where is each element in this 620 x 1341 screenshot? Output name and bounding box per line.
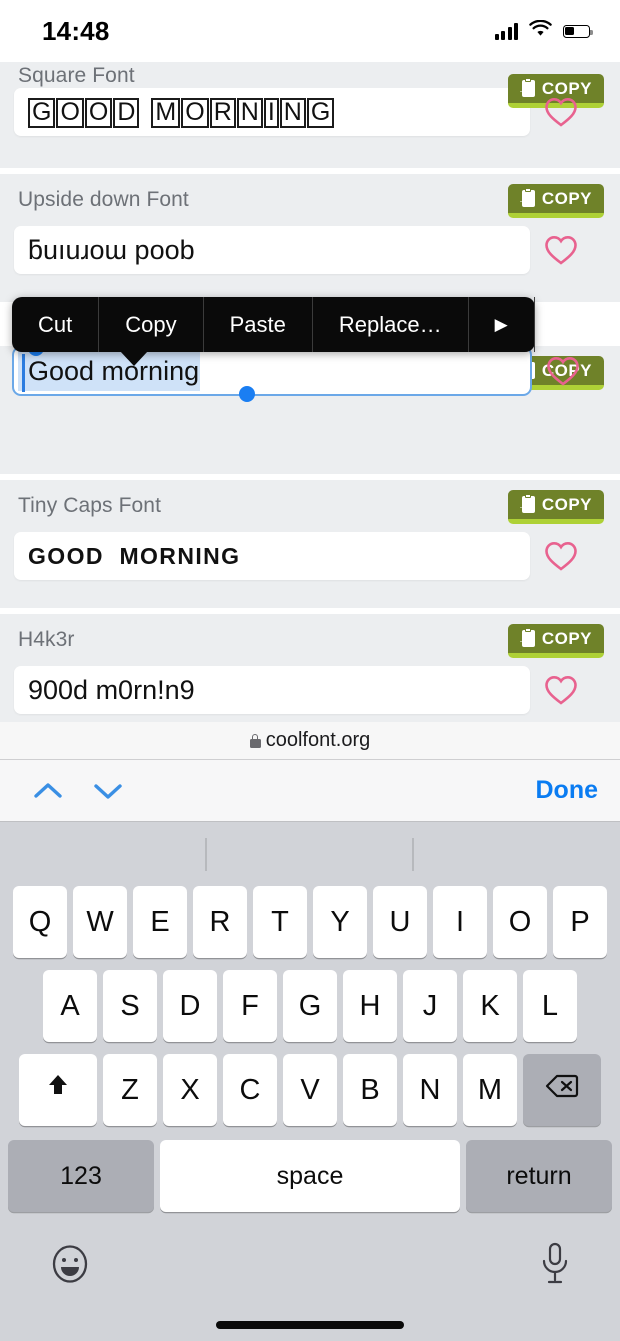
font-output-field[interactable]: GOODMORNING [14,88,530,136]
wifi-icon [529,19,552,42]
key-p[interactable]: P [553,886,607,958]
favorite-heart-icon[interactable] [544,674,578,706]
key-k[interactable]: K [463,970,517,1042]
key-o[interactable]: O [493,886,547,958]
font-row-editing: → COPY Good morning [0,340,620,474]
context-menu-item-replace[interactable]: Replace… [313,297,469,352]
browser-url-bar[interactable]: coolfont.org [0,722,620,760]
key-z[interactable]: Z [103,1054,157,1126]
clipboard-icon: → [518,628,535,648]
key-f[interactable]: F [223,970,277,1042]
context-menu-tail [120,351,148,366]
backspace-delete-icon [545,1073,579,1107]
backspace-key[interactable] [523,1054,601,1126]
font-output-value: GOODMORNING [28,96,335,129]
selected-text: Good morning [18,351,201,391]
clipboard-icon: → [518,188,535,208]
text-selection-context-menu: Cut Copy Paste Replace… ▶ [12,297,535,366]
key-q[interactable]: Q [13,886,67,958]
key-l[interactable]: L [523,970,577,1042]
key-e[interactable]: E [133,886,187,958]
favorite-heart-icon[interactable] [544,234,578,266]
key-b[interactable]: B [343,1054,397,1126]
done-button[interactable]: Done [536,776,599,805]
font-output-field[interactable]: ƃuıuɹoɯ poob [14,226,530,274]
font-output-field[interactable]: 900d m0rn!n9 [14,666,530,714]
emoji-smiley-icon[interactable] [48,1242,92,1291]
key-g[interactable]: G [283,970,337,1042]
font-output-field[interactable]: GOOD MORNING [14,532,530,580]
web-page-content: Square Font → COPY GOODMORNING Upside do… [0,62,620,722]
key-s[interactable]: S [103,970,157,1042]
keyboard-row-3: Z X C V B N M [0,1054,620,1126]
context-menu-more-arrow-icon[interactable]: ▶ [469,297,535,352]
key-j[interactable]: J [403,970,457,1042]
font-row-h4k3r: H4k3r → COPY 900d m0rn!n9 [0,614,620,722]
key-h[interactable]: H [343,970,397,1042]
selection-handle-end[interactable] [239,386,255,402]
predictive-divider [412,838,414,871]
space-key[interactable]: space [160,1140,460,1212]
on-screen-keyboard: Q W E R T Y U I O P A S D F G H J K L Z … [0,822,620,1341]
key-w[interactable]: W [73,886,127,958]
key-a[interactable]: A [43,970,97,1042]
key-x[interactable]: X [163,1054,217,1126]
editable-text-input[interactable]: Good morning [12,340,532,402]
font-output-value: GOOD MORNING [28,542,241,569]
favorite-heart-icon[interactable] [544,96,578,128]
keyboard-accessory-bar: Done [0,760,620,822]
copy-button[interactable]: → COPY [507,624,604,658]
status-bar-icons [494,19,593,42]
key-t[interactable]: T [253,886,307,958]
shift-key[interactable] [19,1054,97,1126]
keyboard-bottom-bar [0,1220,620,1312]
battery-icon [563,24,593,38]
key-d[interactable]: D [163,970,217,1042]
keyboard-row-4: 123 space return [0,1140,620,1212]
key-y[interactable]: Y [313,886,367,958]
keyboard-row-2: A S D F G H J K L [0,970,620,1042]
copy-button[interactable]: → COPY [507,490,604,524]
favorite-heart-icon[interactable] [546,355,580,387]
numbers-key[interactable]: 123 [8,1140,154,1212]
font-row-tiny-caps: Tiny Caps Font → COPY GOOD MORNING [0,480,620,608]
copy-button-label: COPY [541,494,592,514]
predictive-divider [205,838,207,871]
clipboard-icon: → [518,494,535,514]
context-menu-item-copy[interactable]: Copy [99,297,204,352]
clipboard-icon: → [518,78,535,98]
copy-button-label: COPY [541,188,592,208]
font-row-square: Square Font → COPY GOODMORNING [0,62,620,168]
favorite-heart-icon[interactable] [544,540,578,572]
chevron-up-icon[interactable] [30,773,66,809]
font-output-value: 900d m0rn!n9 [28,674,195,705]
font-output-value: ƃuıuɹoɯ poob [28,234,195,265]
key-r[interactable]: R [193,886,247,958]
context-menu-item-cut[interactable]: Cut [12,297,100,352]
cellular-bars-icon [494,22,518,40]
key-v[interactable]: V [283,1054,337,1126]
copy-button-label: COPY [541,628,592,648]
copy-button[interactable]: → COPY [507,184,604,218]
key-c[interactable]: C [223,1054,277,1126]
chevron-down-icon[interactable] [90,773,126,809]
key-i[interactable]: I [433,886,487,958]
context-menu-item-paste[interactable]: Paste [204,297,313,352]
keyboard-row-1: Q W E R T Y U I O P [0,886,620,958]
browser-url-text: coolfont.org [265,729,371,751]
lock-icon [249,733,261,748]
font-row-upside-down: Upside down Font → COPY ƃuıuɹoɯ poob [0,174,620,302]
key-m[interactable]: M [463,1054,517,1126]
return-key[interactable]: return [466,1140,612,1212]
status-bar: 14:48 [0,0,620,62]
key-u[interactable]: U [373,886,427,958]
home-indicator [216,1321,404,1329]
predictive-text-bar[interactable] [0,822,620,886]
key-n[interactable]: N [403,1054,457,1126]
microphone-icon[interactable] [538,1241,572,1292]
status-bar-time: 14:48 [42,15,110,46]
shift-up-arrow-icon [43,1071,73,1109]
